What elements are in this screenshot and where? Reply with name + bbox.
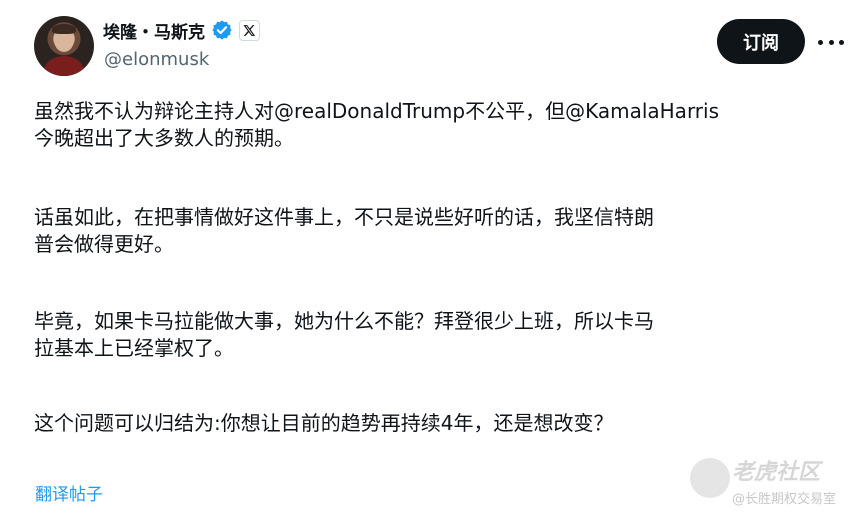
verified-badge-icon	[211, 19, 233, 41]
tweet-paragraph: 这个问题可以归结为:你想让目前的趋势再持续4年，还是想改变？	[34, 411, 614, 435]
watermark: 老虎社区 @长胜期权交易室	[690, 452, 860, 516]
subscribe-button[interactable]: 订阅	[717, 19, 805, 64]
tweet-paragraph: 毕竟，如果卡马拉能做大事，她为什么不能？拜登很少上班，所以卡马 拉基本上已经掌权…	[34, 309, 654, 360]
tweet-paragraph: 话虽如此，在把事情做好这件事上，不只是说些好听的话，我坚信特朗 普会做得更好。	[34, 205, 654, 256]
author-name-row: 埃隆・马斯克	[103, 16, 260, 44]
tweet-header: 埃隆・马斯克 @elonmusk 订阅	[0, 0, 865, 95]
watermark-title: 老虎社区	[732, 460, 821, 485]
x-affiliate-icon[interactable]	[239, 19, 260, 41]
tweet-paragraph: 虽然我不认为辩论主持人对@realDonaldTrump不公平，但@Kamala…	[34, 99, 720, 150]
author-handle[interactable]: @elonmusk	[104, 49, 209, 70]
watermark-logo-icon	[690, 458, 730, 498]
translate-post-link[interactable]: 翻译帖子	[35, 480, 103, 505]
watermark-subtitle: @长胜期权交易室	[732, 492, 837, 507]
avatar[interactable]	[34, 16, 94, 76]
more-options-icon[interactable]	[818, 30, 844, 54]
author-display-name[interactable]: 埃隆・马斯克	[103, 18, 205, 43]
